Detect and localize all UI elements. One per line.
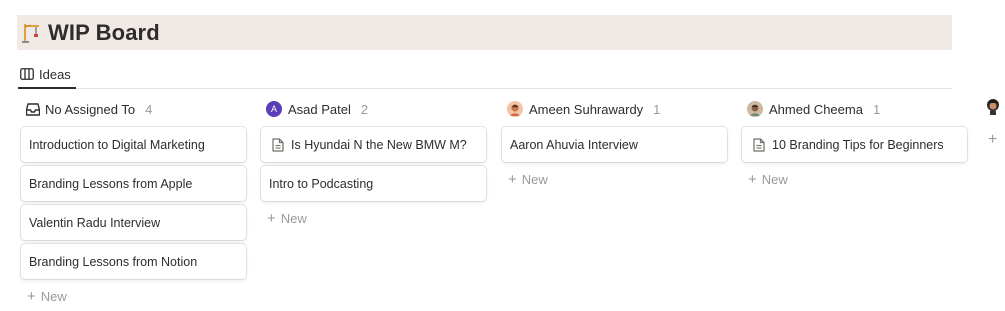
plus-icon: + <box>748 170 757 188</box>
new-card-button[interactable]: + New <box>508 169 548 189</box>
plus-icon: + <box>27 287 36 305</box>
new-label: New <box>761 171 788 187</box>
avatar <box>747 101 763 117</box>
document-icon <box>753 137 765 152</box>
board-card[interactable]: 10 Branding Tips for Beginners <box>742 127 967 162</box>
new-label: New <box>280 210 307 226</box>
construction-crane-icon <box>20 22 42 44</box>
page-header: WIP Board <box>17 15 952 50</box>
column-header[interactable]: Ahmed Cheema 1 <box>742 98 880 120</box>
board-card[interactable]: Is Hyundai N the New BMW M? <box>261 127 486 162</box>
board-columns-icon <box>20 68 34 80</box>
card-title: Introduction to Digital Marketing <box>29 137 205 152</box>
plus-icon: + <box>267 209 276 227</box>
plus-icon: + <box>508 170 517 188</box>
board-card[interactable]: Intro to Podcasting <box>261 166 486 201</box>
new-card-button[interactable]: + New <box>27 286 67 306</box>
add-group-button[interactable]: + <box>988 131 997 149</box>
board-card[interactable]: Branding Lessons from Notion <box>21 244 246 279</box>
card-title: Branding Lessons from Apple <box>29 176 193 191</box>
tab-label: Ideas <box>39 66 71 82</box>
board-column-asad-patel: A Asad Patel 2 Is Hyundai N the New BMW … <box>261 98 486 226</box>
new-card-button[interactable]: + New <box>748 169 788 189</box>
avatar <box>507 101 523 117</box>
avatar: A <box>266 101 282 117</box>
column-name: No Assigned To <box>45 101 136 117</box>
board-card[interactable]: Aaron Ahuvia Interview <box>502 127 727 162</box>
column-header[interactable]: No Assigned To 4 <box>21 98 152 120</box>
view-tabs: Ideas <box>18 59 952 89</box>
column-name: Ahmed Cheema <box>769 101 863 117</box>
card-title: Valentin Radu Interview <box>29 215 161 230</box>
inbox-tray-icon <box>26 102 40 116</box>
column-count: 1 <box>872 101 881 117</box>
board-column-ahmed-cheema: Ahmed Cheema 1 10 Branding Tips for Begi… <box>742 98 967 187</box>
card-title: Intro to Podcasting <box>269 176 374 191</box>
column-name: Ameen Suhrawardy <box>529 101 644 117</box>
card-title: Aaron Ahuvia Interview <box>510 137 638 152</box>
column-header[interactable]: A Asad Patel 2 <box>261 98 368 120</box>
column-count: 1 <box>653 101 661 117</box>
column-count: 4 <box>145 101 153 117</box>
column-header[interactable]: Ameen Suhrawardy 1 <box>502 98 660 120</box>
card-title: Is Hyundai N the New BMW M? <box>291 137 467 152</box>
card-title: Branding Lessons from Notion <box>29 254 198 269</box>
board-card[interactable]: Valentin Radu Interview <box>21 205 246 240</box>
page-title: WIP Board <box>48 19 160 45</box>
column-name: Asad Patel <box>288 101 351 117</box>
tab-ideas[interactable]: Ideas <box>18 59 76 89</box>
hidden-column-avatar[interactable] <box>984 98 1002 123</box>
board-column-no-assigned-to: No Assigned To 4 Introduction to Digital… <box>21 98 246 304</box>
active-tab-indicator <box>18 87 76 89</box>
board-card[interactable]: Introduction to Digital Marketing <box>21 127 246 162</box>
new-label: New <box>40 288 67 304</box>
board-column-ameen-suhrawardy: Ameen Suhrawardy 1 Aaron Ahuvia Intervie… <box>502 98 727 187</box>
column-count: 2 <box>360 101 369 117</box>
board-card[interactable]: Branding Lessons from Apple <box>21 166 246 201</box>
new-card-button[interactable]: + New <box>267 208 307 228</box>
new-label: New <box>521 171 548 187</box>
card-title: 10 Branding Tips for Beginners <box>772 137 944 152</box>
document-icon <box>272 137 284 152</box>
